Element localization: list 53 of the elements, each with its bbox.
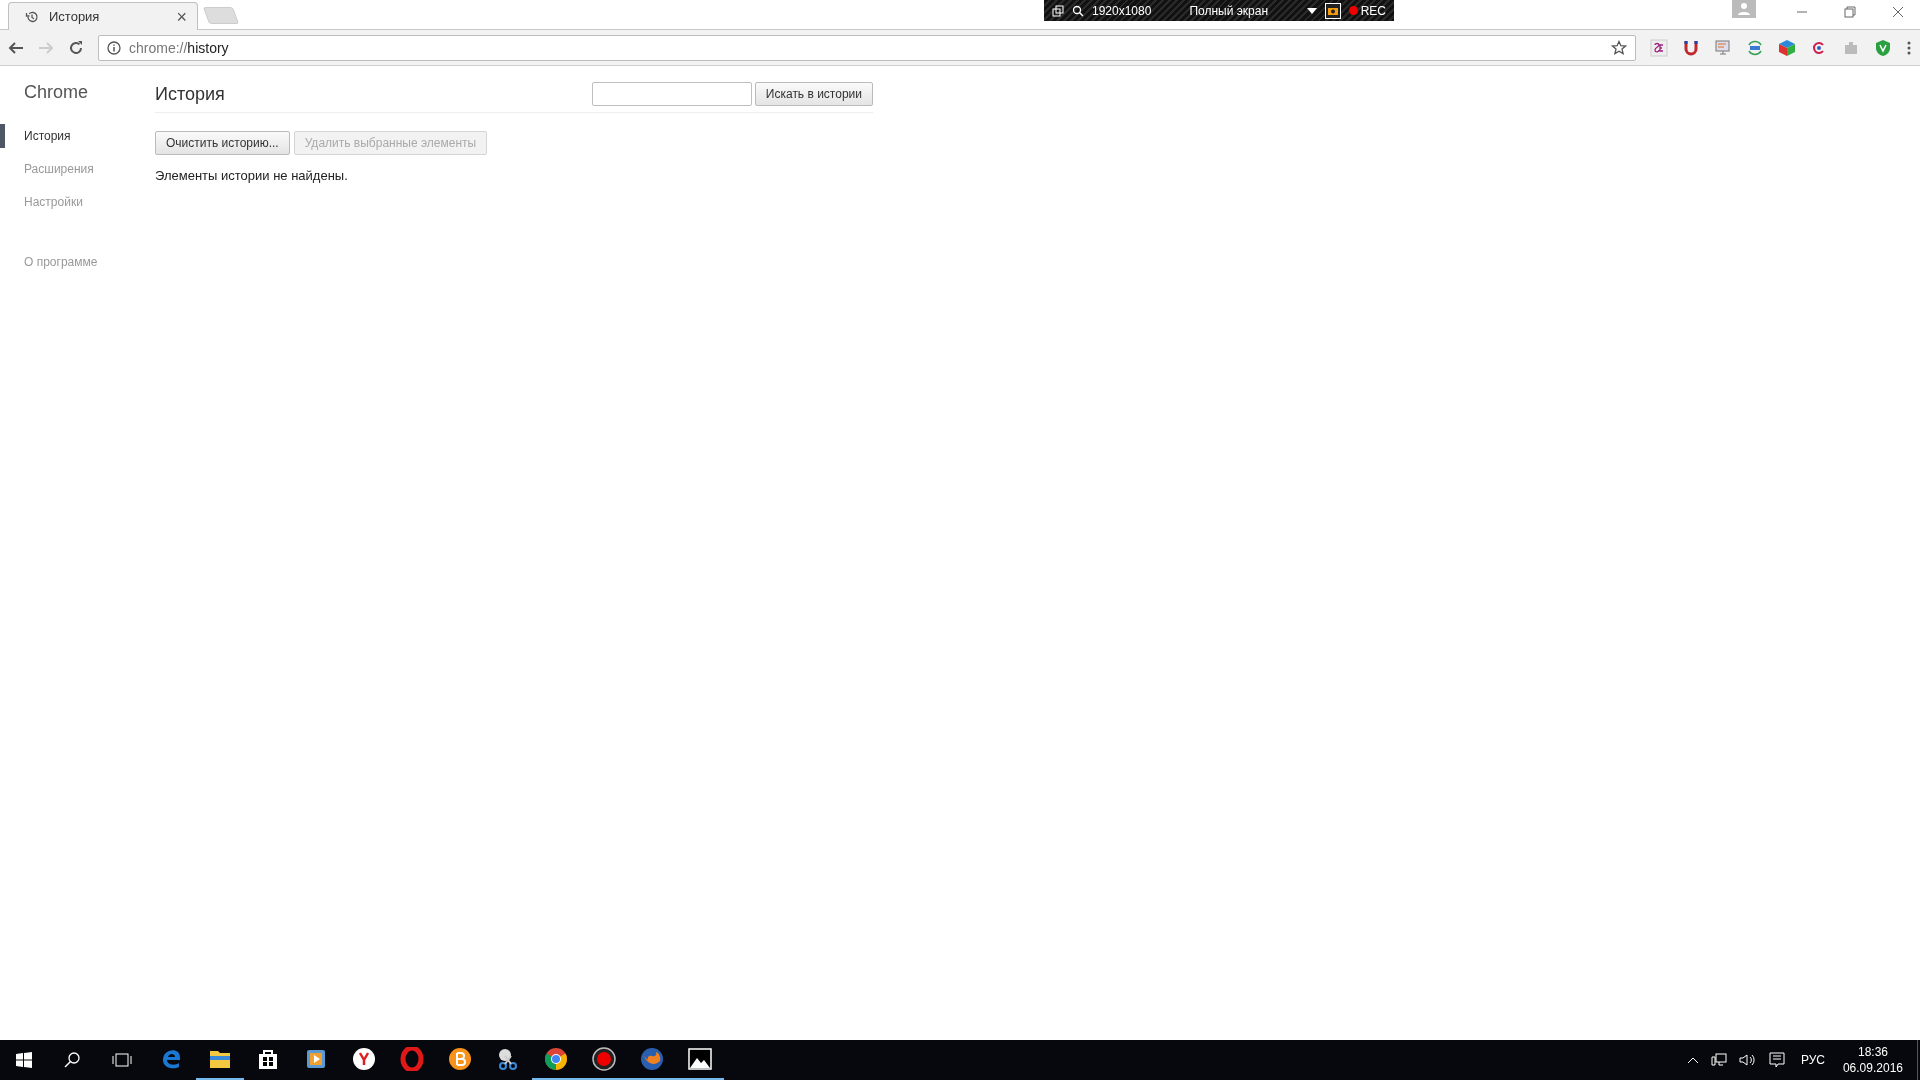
address-bar[interactable]: chrome://history — [98, 34, 1636, 61]
show-desktop-button[interactable] — [1917, 1040, 1920, 1080]
tab-title: История — [49, 9, 101, 24]
resolution-label: 1920x1080 — [1092, 3, 1152, 18]
shield-icon[interactable] — [1874, 38, 1892, 57]
coin-icon — [448, 1047, 472, 1071]
shopping-bag-icon — [256, 1047, 280, 1071]
search-button[interactable]: Искать в истории — [754, 82, 873, 106]
star-icon[interactable] — [1611, 39, 1627, 56]
sidebar-title: Chrome — [23, 82, 90, 103]
browser-tab[interactable]: История × — [8, 2, 198, 30]
reload-icon[interactable] — [68, 39, 84, 56]
menu-icon[interactable] — [1906, 39, 1912, 56]
network-icon[interactable] — [1710, 1053, 1727, 1067]
search-icon[interactable] — [64, 1052, 80, 1068]
action-button[interactable]: Очистить историю... — [155, 131, 290, 155]
p2p-icon[interactable] — [1746, 38, 1764, 57]
notification-icon[interactable] — [1768, 1052, 1785, 1068]
windows-icon[interactable] — [1052, 4, 1064, 17]
magnet-icon[interactable] — [1682, 38, 1700, 57]
page-title: История — [155, 83, 226, 105]
search-field[interactable] — [591, 82, 752, 106]
play-icon — [304, 1047, 328, 1071]
zoom-icon[interactable] — [1072, 4, 1084, 17]
dropdown-caret-icon[interactable] — [1306, 7, 1317, 14]
task-view-icon[interactable] — [112, 1052, 132, 1068]
clock-date[interactable]: 06.09.2016 — [1842, 1061, 1903, 1075]
speaker-icon[interactable] — [1738, 1053, 1757, 1067]
camera-icon[interactable] — [1324, 2, 1341, 19]
back-arrow-icon[interactable] — [8, 39, 24, 56]
ring-icon — [400, 1047, 424, 1071]
clock-time[interactable]: 18:36 — [1857, 1045, 1888, 1059]
extension-icon[interactable] — [1650, 38, 1668, 57]
record-button[interactable]: REC — [1348, 3, 1386, 18]
monitor-icon[interactable] — [1714, 38, 1732, 57]
fox-globe-icon — [640, 1047, 664, 1071]
chevron-up-icon[interactable] — [1686, 1056, 1699, 1064]
cube-icon[interactable] — [1778, 38, 1796, 57]
record-icon — [592, 1047, 616, 1071]
keyboard-language[interactable]: РУС — [1800, 1053, 1825, 1067]
capture-mode-label[interactable]: Полный экран — [1189, 3, 1299, 18]
close-tab-button[interactable]: × — [176, 7, 187, 26]
empty-history-message: Элементы истории не найдены. — [155, 168, 349, 183]
letter-y-icon — [352, 1047, 376, 1071]
info-icon — [107, 40, 121, 55]
browser-icon — [544, 1047, 568, 1071]
windows-start-icon[interactable] — [16, 1052, 32, 1068]
url-text: chrome://history — [129, 39, 230, 56]
scissors-icon — [496, 1047, 520, 1071]
history-icon — [25, 9, 39, 24]
restore-icon[interactable] — [1844, 6, 1856, 18]
close-icon[interactable] — [1892, 6, 1904, 18]
mountain-picture-icon — [688, 1047, 712, 1071]
